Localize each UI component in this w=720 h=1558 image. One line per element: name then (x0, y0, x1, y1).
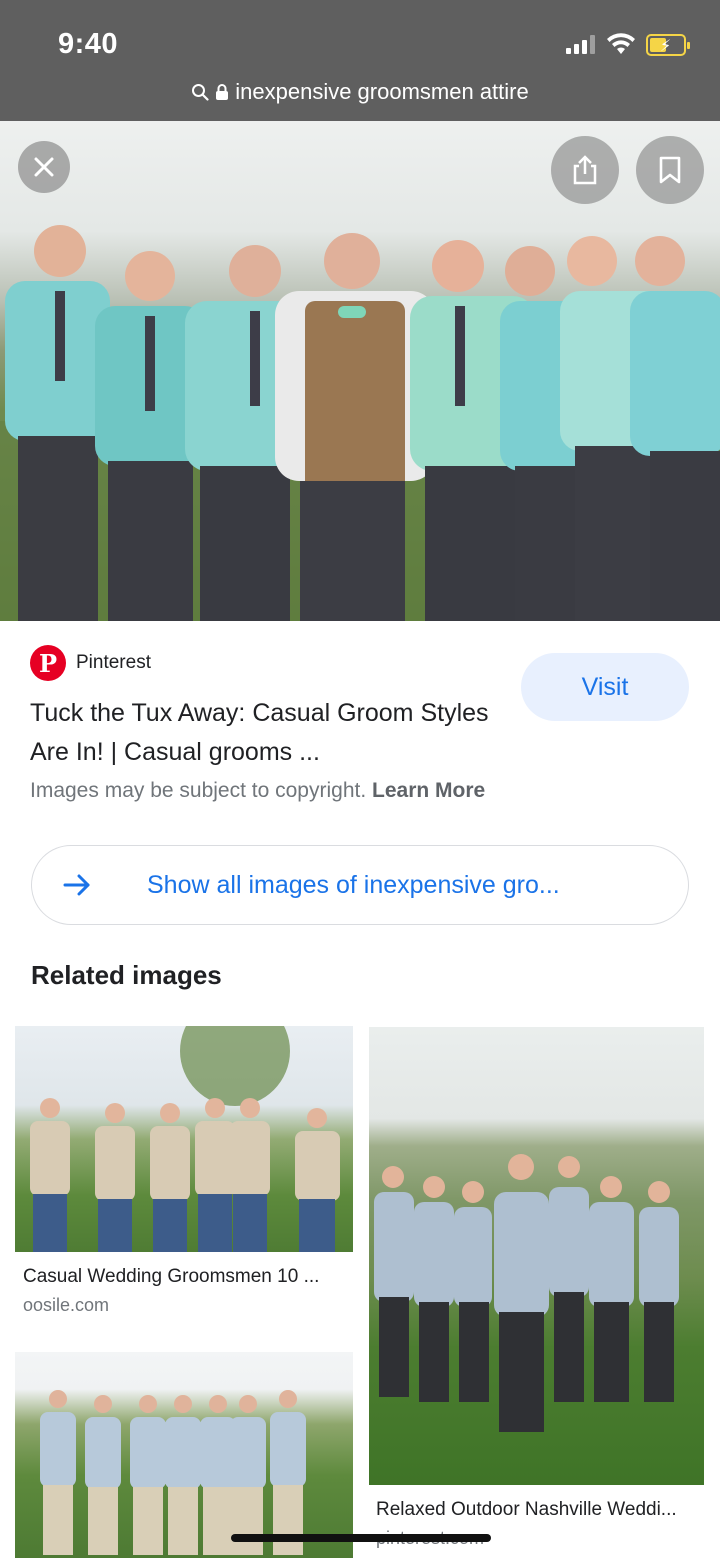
url-bar[interactable]: inexpensive groomsmen attire (0, 72, 720, 112)
home-indicator[interactable] (231, 1534, 491, 1542)
lock-icon (216, 84, 229, 100)
close-button[interactable] (18, 141, 70, 193)
related-image-thumbnail[interactable] (15, 1352, 353, 1558)
url-text: inexpensive groomsmen attire (235, 79, 529, 104)
copyright-notice: Images may be subject to copyright. Lear… (30, 779, 485, 803)
share-button[interactable] (551, 136, 619, 204)
bookmark-icon (659, 156, 681, 184)
search-icon (192, 84, 209, 101)
arrow-right-icon (63, 874, 90, 896)
result-source[interactable]: P Pinterest (30, 645, 151, 681)
groomsmen-figures (5, 225, 720, 621)
show-all-label: Show all images of inexpensive gro... (147, 871, 560, 899)
related-image-thumbnail[interactable] (369, 1027, 704, 1485)
share-icon (573, 155, 597, 185)
status-time: 9:40 (58, 28, 119, 60)
groomsmen-photo (0, 225, 720, 621)
learn-more-link[interactable]: Learn More (372, 779, 485, 802)
show-all-images-button[interactable]: Show all images of inexpensive gro... (31, 845, 689, 925)
related-image-caption[interactable]: Relaxed Outdoor Nashville Weddi... (376, 1499, 677, 1521)
related-image-caption[interactable]: Casual Wedding Groomsmen 10 ... (23, 1266, 319, 1288)
result-title[interactable]: Tuck the Tux Away: Casual Groom Styles A… (30, 694, 510, 772)
related-image-source: oosile.com (23, 1295, 110, 1315)
cellular-signal-icon (566, 34, 598, 54)
source-name: Pinterest (76, 652, 151, 673)
visit-button[interactable]: Visit (521, 653, 689, 721)
copyright-text: Images may be subject to copyright. (30, 779, 367, 802)
related-images-heading: Related images (31, 960, 222, 990)
wifi-icon (607, 33, 635, 54)
save-button[interactable] (636, 136, 704, 204)
battery-charging-icon: ⚡ (646, 34, 690, 56)
browser-top-bar: 9:40 ⚡ inexpensive groomsmen attire (0, 0, 720, 121)
main-image-preview[interactable] (0, 121, 720, 621)
pinterest-logo-icon: P (30, 645, 66, 681)
related-image-thumbnail[interactable] (15, 1026, 353, 1252)
close-icon (34, 157, 54, 177)
